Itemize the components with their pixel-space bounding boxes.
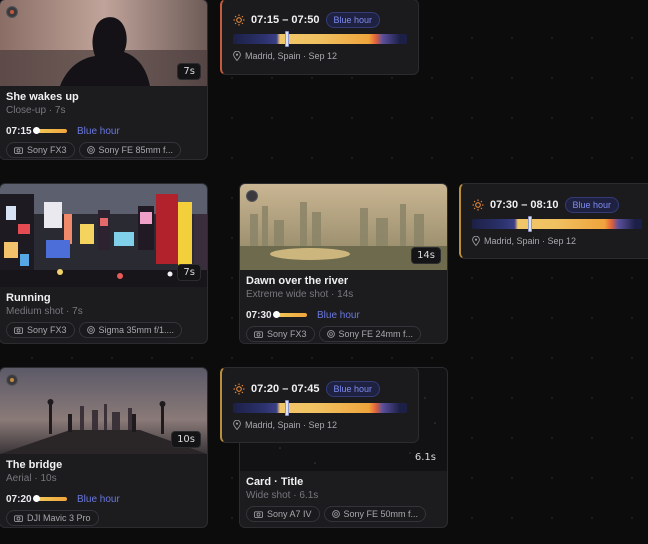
map-pin-icon: [233, 51, 241, 61]
duration-badge: 14s: [411, 247, 441, 264]
card-subtitle: Wide shot · 6.1s: [246, 490, 319, 501]
time-knob[interactable]: [273, 311, 280, 318]
time-marker[interactable]: [528, 216, 532, 232]
lens-icon: [326, 330, 335, 338]
camera-chip[interactable]: DJI Mavic 3 Pro: [6, 510, 99, 526]
start-time: 07:15: [6, 125, 32, 137]
camera-chip[interactable]: Sony A7 IV: [246, 506, 320, 522]
light-track[interactable]: [233, 31, 407, 47]
camera-icon: [254, 511, 263, 518]
camera-icon: [14, 147, 23, 154]
light-popover: 07:15 – 07:50 Blue hour Madrid, Spain · …: [220, 0, 419, 75]
time-marker[interactable]: [285, 31, 289, 47]
card-subtitle: Medium shot · 7s: [6, 306, 83, 317]
light-track[interactable]: [233, 400, 407, 416]
time-range: 07:15 – 07:50: [251, 14, 320, 26]
start-time: 07:30: [246, 309, 272, 321]
time-range: 07:20 – 07:45: [251, 383, 320, 395]
sun-icon: [233, 383, 245, 395]
light-track[interactable]: [472, 216, 642, 232]
chip-label: Sigma 35mm f/1....: [98, 325, 175, 335]
card-title: The bridge: [6, 459, 63, 471]
shot-thumbnail: 7s: [0, 0, 207, 86]
status-dot: [246, 190, 258, 202]
light-badge: Blue hour: [325, 381, 381, 397]
chip-label: Sony FE 50mm f...: [343, 509, 419, 519]
chip-label: Sony FE 24mm f...: [338, 329, 414, 339]
light-bar: [273, 311, 307, 318]
chip-label: Sony FX3: [27, 145, 67, 155]
time-range: 07:30 – 08:10: [490, 199, 559, 211]
duration-badge: 10s: [171, 431, 201, 448]
light-bar: [33, 495, 67, 502]
status-dot: [6, 374, 18, 386]
start-time: 07:20: [6, 493, 32, 505]
shot-card[interactable]: 7s Running Medium shot · 7s Sony FX3 Sig…: [0, 183, 208, 344]
lens-chip[interactable]: Sony FE 50mm f...: [323, 506, 427, 522]
location-label: Madrid, Spain · Sep 12: [245, 51, 338, 61]
time-marker[interactable]: [285, 400, 289, 416]
light-timeline[interactable]: 07:20 Blue hour: [6, 493, 201, 505]
duration-badge: 7s: [177, 63, 201, 80]
card-subtitle: Extreme wide shot · 14s: [246, 289, 354, 300]
lens-icon: [86, 146, 95, 154]
map-pin-icon: [233, 420, 241, 430]
light-timeline[interactable]: 07:30 Blue hour: [246, 309, 441, 321]
sun-icon: [472, 199, 484, 211]
shot-card[interactable]: 14s Dawn over the river Extreme wide sho…: [239, 183, 448, 344]
card-subtitle: Close-up · 7s: [6, 105, 66, 116]
lens-chip[interactable]: Sigma 35mm f/1....: [78, 322, 183, 338]
lens-chip[interactable]: Sony FE 24mm f...: [318, 326, 422, 342]
status-dot: [6, 6, 18, 18]
camera-icon: [254, 331, 263, 338]
shot-card[interactable]: 7s She wakes up Close-up · 7s 07:15 Blue…: [0, 0, 208, 160]
time-knob[interactable]: [33, 495, 40, 502]
location-label: Madrid, Spain · Sep 12: [245, 420, 338, 430]
chip-label: Sony FE 85mm f...: [98, 145, 174, 155]
card-subtitle: Aerial · 10s: [6, 473, 57, 484]
camera-chip[interactable]: Sony FX3: [6, 142, 75, 158]
shot-thumbnail: 10s: [0, 368, 207, 454]
card-title: Card · Title: [246, 476, 304, 488]
shot-thumbnail: 14s: [240, 184, 447, 270]
chip-label: DJI Mavic 3 Pro: [27, 513, 91, 523]
lens-icon: [331, 510, 340, 518]
lens-chip[interactable]: Sony FE 85mm f...: [78, 142, 182, 158]
lens-icon: [86, 326, 95, 334]
shot-card[interactable]: 10s The bridge Aerial · 10s 07:20 Blue h…: [0, 367, 208, 528]
light-badge: Blue hour: [564, 197, 620, 213]
light-badge: Blue hour: [325, 12, 381, 28]
camera-icon: [14, 515, 23, 522]
duration-badge: 6.1s: [414, 452, 436, 463]
chip-label: Sony A7 IV: [267, 509, 312, 519]
light-popover: 07:30 – 08:10 Blue hour Madrid, Spain · …: [459, 183, 648, 259]
camera-chip[interactable]: Sony FX3: [6, 322, 75, 338]
shot-thumbnail: 7s: [0, 184, 207, 287]
light-tag[interactable]: Blue hour: [77, 126, 120, 137]
light-popover: 07:20 – 07:45 Blue hour Madrid, Spain · …: [220, 367, 419, 443]
card-title: Running: [6, 292, 51, 304]
chip-label: Sony FX3: [27, 325, 67, 335]
light-tag[interactable]: Blue hour: [317, 310, 360, 321]
camera-icon: [14, 327, 23, 334]
card-title: Dawn over the river: [246, 275, 349, 287]
light-tag[interactable]: Blue hour: [77, 494, 120, 505]
light-bar: [33, 127, 67, 134]
location-label: Madrid, Spain · Sep 12: [484, 236, 577, 246]
camera-chip[interactable]: Sony FX3: [246, 326, 315, 342]
duration-badge: 7s: [177, 264, 201, 281]
card-title: She wakes up: [6, 91, 79, 103]
chip-label: Sony FX3: [267, 329, 307, 339]
light-timeline[interactable]: 07:15 Blue hour: [6, 125, 201, 137]
map-pin-icon: [472, 236, 480, 246]
time-knob[interactable]: [33, 127, 40, 134]
sun-icon: [233, 14, 245, 26]
